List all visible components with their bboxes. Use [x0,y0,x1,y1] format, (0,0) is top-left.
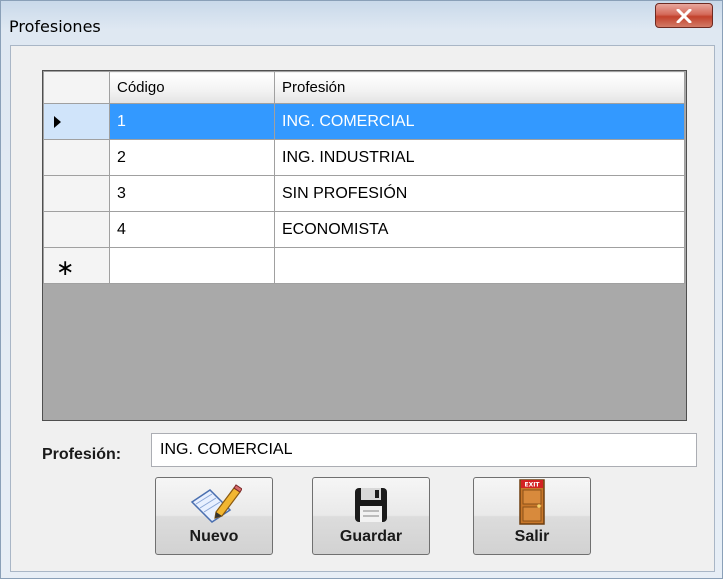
edit-pencil-icon [190,484,242,523]
row-header[interactable] [43,175,110,212]
client-area: Código Profesión 1 ING. COMERCIAL 2 ING.… [10,45,715,572]
profesiones-grid[interactable]: Código Profesión 1 ING. COMERCIAL 2 ING.… [42,70,687,421]
cell-codigo[interactable]: 1 [109,103,275,140]
current-row-arrow-icon [54,116,61,128]
column-header-codigo[interactable]: Código [109,71,275,104]
title-bar[interactable]: Profesiones [1,1,722,45]
profesion-input[interactable] [151,433,697,467]
row-header[interactable]: ∗ [43,247,110,284]
exit-door-icon: EXIT [519,479,545,525]
grid-table: Código Profesión 1 ING. COMERCIAL 2 ING.… [43,71,685,284]
salir-label: Salir [514,528,550,545]
cell-codigo-new[interactable] [109,247,275,284]
cell-codigo[interactable]: 3 [109,175,275,212]
nuevo-button[interactable]: Nuevo [155,477,273,555]
row-header[interactable] [43,139,110,176]
table-row[interactable]: 2 ING. INDUSTRIAL [43,139,685,176]
close-icon [676,8,692,23]
row-header[interactable] [43,103,110,140]
cell-profesion[interactable]: ING. COMERCIAL [274,103,685,140]
table-row[interactable]: 3 SIN PROFESIÓN [43,175,685,212]
profesiones-window: Profesiones Código Profesión 1 ING. COME… [0,0,723,579]
cell-codigo[interactable]: 4 [109,211,275,248]
floppy-disk-icon [355,488,387,522]
cell-profesion-new[interactable] [274,247,685,284]
row-header-corner [43,71,110,104]
table-row[interactable]: 4 ECONOMISTA [43,211,685,248]
cell-profesion[interactable]: ING. INDUSTRIAL [274,139,685,176]
guardar-label: Guardar [339,528,403,545]
new-row-marker-icon: ∗ [56,255,75,280]
column-header-profesion[interactable]: Profesión [274,71,685,104]
salir-button[interactable]: EXIT Salir [473,477,591,555]
cell-codigo[interactable]: 2 [109,139,275,176]
nuevo-label: Nuevo [189,528,239,545]
table-row[interactable]: 1 ING. COMERCIAL [43,103,685,140]
grid-header-row: Código Profesión [43,71,685,104]
cell-profesion[interactable]: ECONOMISTA [274,211,685,248]
svg-text:EXIT: EXIT [524,482,540,489]
profesion-label: Profesión: [42,446,122,463]
close-button[interactable] [655,3,713,28]
guardar-button[interactable]: Guardar [312,477,430,555]
window-title: Profesiones [9,17,101,36]
new-row[interactable]: ∗ [43,247,685,284]
cell-profesion[interactable]: SIN PROFESIÓN [274,175,685,212]
row-header[interactable] [43,211,110,248]
